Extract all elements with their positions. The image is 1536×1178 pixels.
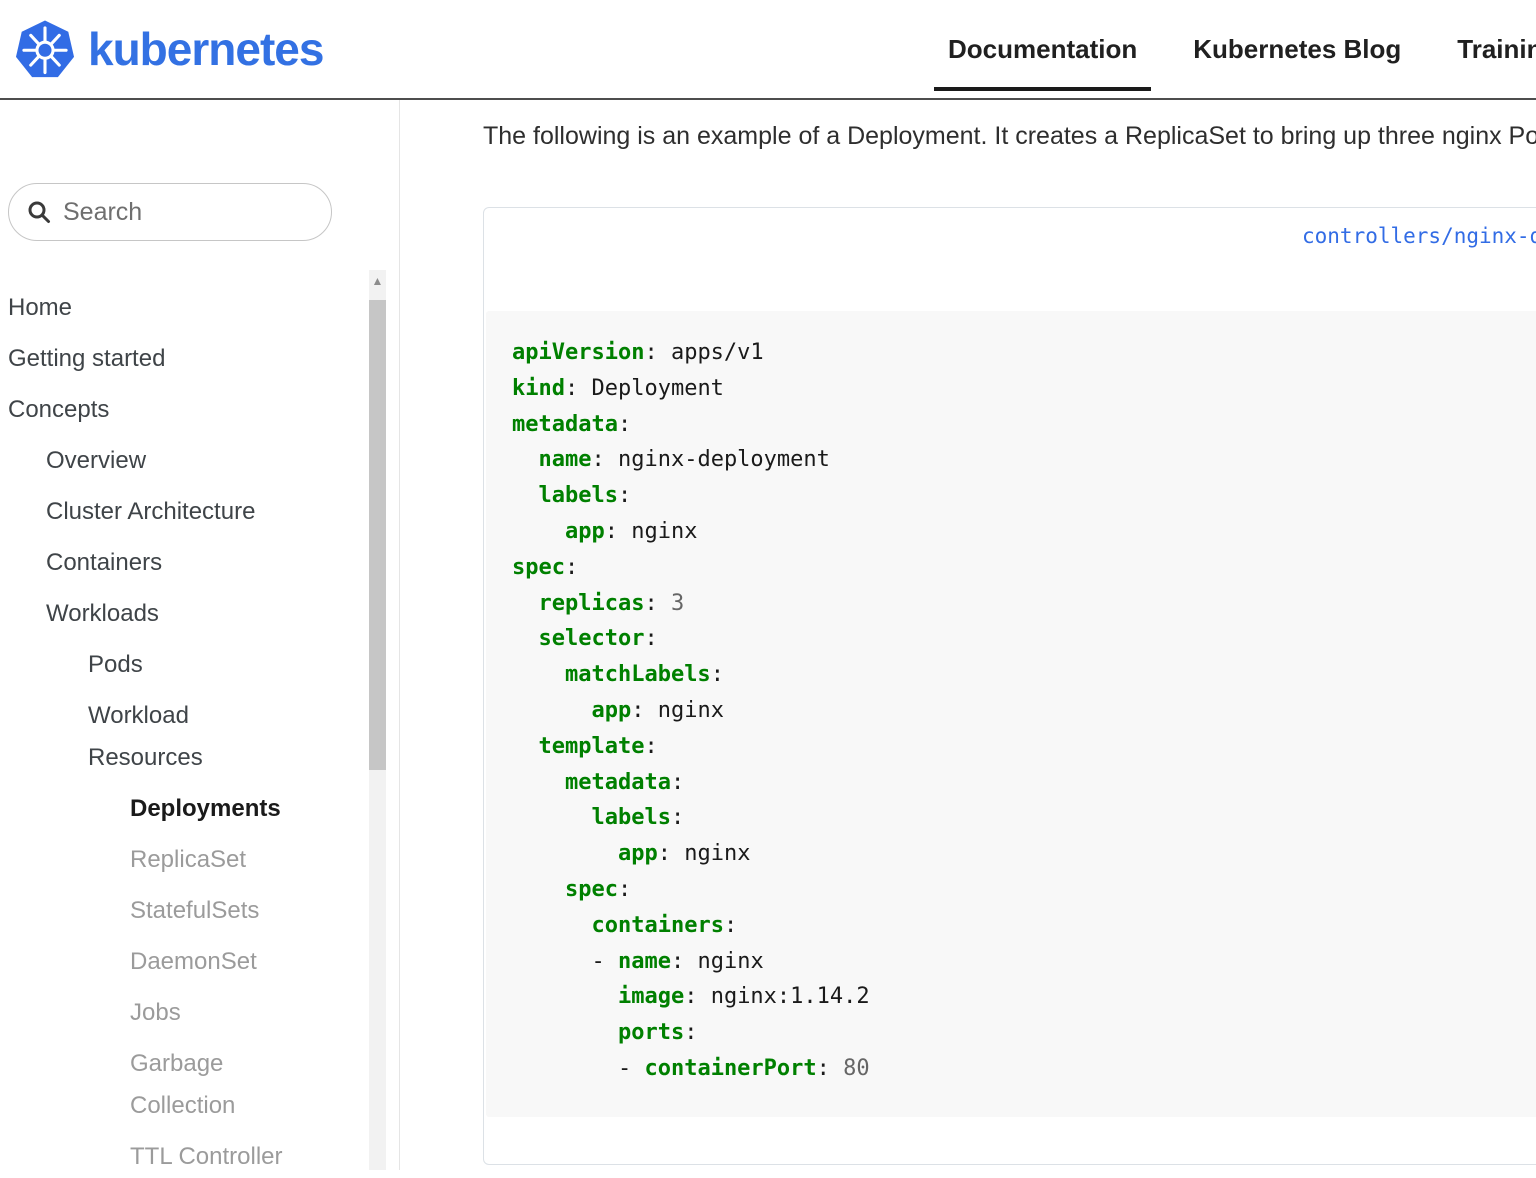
sidebar-item-home[interactable]: Home (8, 287, 298, 329)
search-icon (27, 200, 51, 224)
yaml-line: matchLabels: (512, 657, 1536, 693)
sidebar-item-garbage-collection[interactable]: Garbage Collection (8, 1043, 298, 1127)
sidebar-item-overview[interactable]: Overview (8, 440, 298, 482)
yaml-line: - containerPort: 80 (512, 1051, 1536, 1087)
yaml-line: - name: nginx (512, 944, 1536, 980)
yaml-line: app: nginx (512, 693, 1536, 729)
intro-text: The following is an example of a Deploym… (483, 122, 1536, 151)
main-content: The following is an example of a Deploym… (400, 100, 1536, 1170)
site-header: kubernetes Documentation Kubernetes Blog… (0, 0, 1536, 100)
sidebar-item-jobs[interactable]: Jobs (8, 992, 298, 1034)
yaml-code-block: apiVersion: apps/v1kind: Deploymentmetad… (486, 311, 1536, 1117)
sidebar-item-statefulsets[interactable]: StatefulSets (8, 890, 298, 932)
sidebar-item-daemonset[interactable]: DaemonSet (8, 941, 298, 983)
yaml-line: app: nginx (512, 836, 1536, 872)
sidebar-item-workloads[interactable]: Workloads (8, 593, 298, 635)
sidebar-item-cluster-architecture[interactable]: Cluster Architecture (8, 491, 298, 533)
yaml-line: template: (512, 729, 1536, 765)
scrollbar-thumb[interactable] (369, 300, 386, 770)
page-body: Home Getting started Concepts Overview Clust… (0, 100, 1536, 1170)
sidebar-item-pods[interactable]: Pods (8, 644, 298, 686)
code-sample-card: controllers/nginx-deployment.yaml apiVer… (483, 207, 1536, 1165)
nav-training[interactable]: Training (1457, 34, 1536, 65)
sidebar-item-deployments[interactable]: Deployments (8, 788, 298, 830)
nav-kubernetes-blog[interactable]: Kubernetes Blog (1193, 34, 1401, 65)
yaml-line: metadata: (512, 765, 1536, 801)
sidebar-item-getting-started[interactable]: Getting started (8, 338, 298, 380)
yaml-line: labels: (512, 478, 1536, 514)
sidebar-scrollbar[interactable]: ▲ (369, 270, 386, 1170)
sidebar-item-concepts[interactable]: Concepts (8, 389, 298, 431)
yaml-line: selector: (512, 621, 1536, 657)
yaml-line: labels: (512, 800, 1536, 836)
code-file-link[interactable]: controllers/nginx-deployment.yaml (1302, 224, 1536, 248)
search-box[interactable] (8, 183, 332, 241)
yaml-line: name: nginx-deployment (512, 442, 1536, 478)
sidebar-item-workload-resources[interactable]: Workload Resources (8, 695, 298, 779)
yaml-line: spec: (512, 550, 1536, 586)
yaml-line: replicas: 3 (512, 586, 1536, 622)
sidebar-nav: Home Getting started Concepts Overview Clust… (8, 287, 399, 1178)
kubernetes-logo-icon (14, 18, 76, 80)
yaml-line: spec: (512, 872, 1536, 908)
sidebar-item-ttl-controller[interactable]: TTL Controller (8, 1136, 298, 1178)
logo-text: kubernetes (88, 22, 323, 76)
yaml-line: ports: (512, 1015, 1536, 1051)
sidebar: Home Getting started Concepts Overview Clust… (0, 100, 400, 1170)
nav-documentation[interactable]: Documentation (948, 34, 1137, 65)
yaml-line: app: nginx (512, 514, 1536, 550)
yaml-line: metadata: (512, 407, 1536, 443)
yaml-line: containers: (512, 908, 1536, 944)
header-nav: Documentation Kubernetes Blog Training (948, 0, 1536, 98)
yaml-line: apiVersion: apps/v1 (512, 335, 1536, 371)
sidebar-item-replicaset[interactable]: ReplicaSet (8, 839, 298, 881)
yaml-line: kind: Deployment (512, 371, 1536, 407)
scrollbar-up-arrow-icon[interactable]: ▲ (369, 270, 386, 292)
logo[interactable]: kubernetes (14, 18, 323, 80)
yaml-line: image: nginx:1.14.2 (512, 979, 1536, 1015)
sidebar-item-containers[interactable]: Containers (8, 542, 298, 584)
search-input[interactable] (61, 197, 313, 228)
